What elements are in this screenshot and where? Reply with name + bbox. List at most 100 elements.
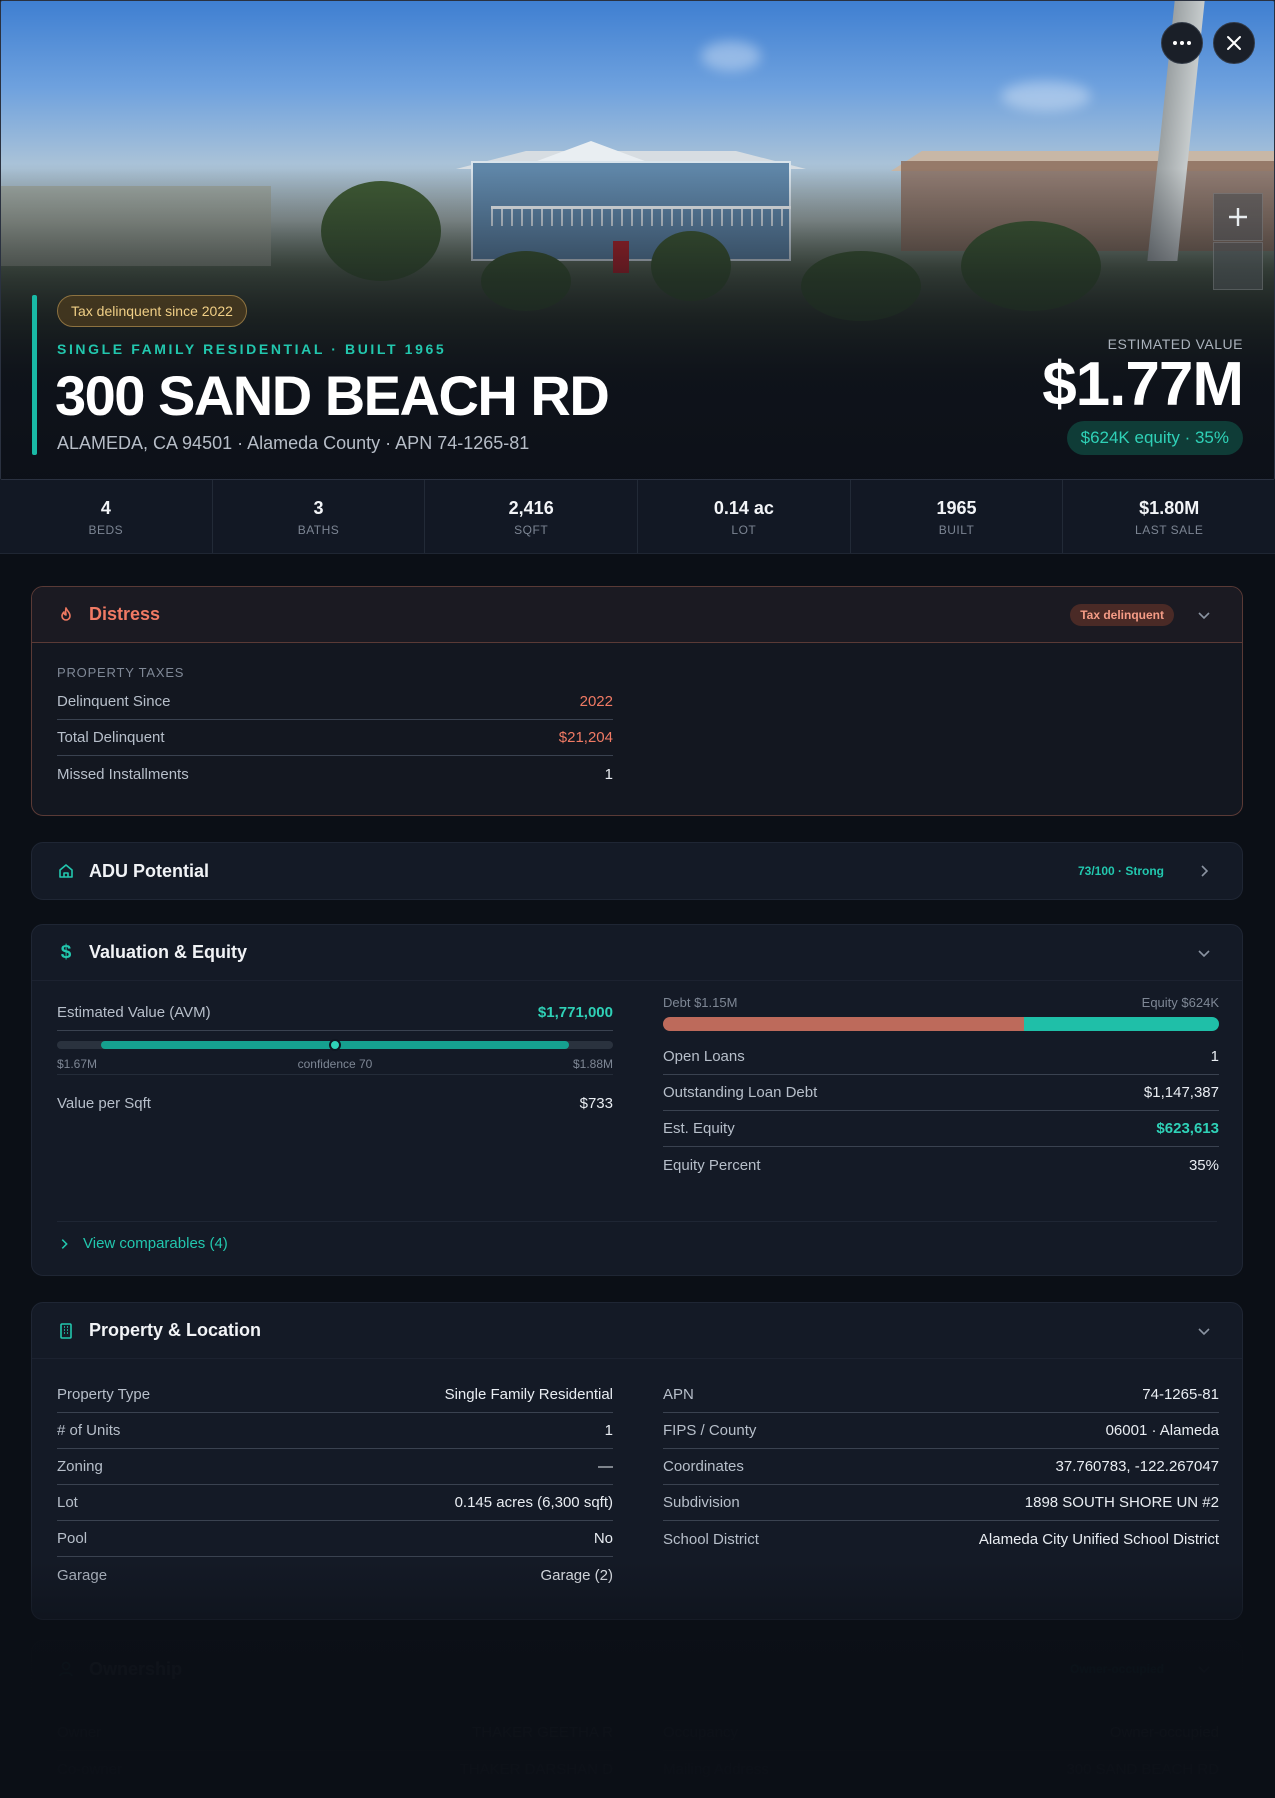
row-value: 1: [604, 765, 613, 783]
zoom-out-button[interactable]: [1213, 242, 1263, 290]
row-key: Est. Equity: [663, 1120, 735, 1137]
row-key: Outstanding Loan Debt: [663, 1084, 818, 1101]
stat-label: BEDS: [88, 523, 124, 537]
property-subline: ALAMEDA, CA 94501 · Alameda County · APN…: [57, 433, 530, 453]
per-sqft-row: Value per Sqft $733: [57, 1085, 613, 1121]
detail-row: Occupancy Owner-occupied: [663, 1715, 1219, 1751]
row-key: Open Loans: [663, 1048, 745, 1065]
detail-row: Coordinates 37.760783, -122.267047: [663, 1449, 1219, 1485]
detail-row: Open Loans 1: [663, 1039, 1219, 1075]
property-stats-bar: 4 BEDS 3 BATHS 2,416 SQFT 0.14 ac LOT 1965 BU…: [0, 480, 1275, 554]
chevron-down-icon[interactable]: [1196, 607, 1212, 623]
debt-label: Debt $1.15M: [663, 995, 738, 1010]
detail-row: Co-owner THAKER DARSHAN D: [57, 1751, 613, 1787]
property-left-column: Property Type Single Family Residential #…: [57, 1377, 613, 1593]
row-value: 1: [604, 1422, 613, 1439]
detail-row: Subdivision 1898 SOUTH SHORE UN #2: [663, 1485, 1219, 1521]
zoom-in-button[interactable]: [1213, 193, 1263, 241]
plus-icon: [1229, 208, 1247, 226]
row-value: $623,613: [1156, 1120, 1219, 1137]
row-value: $21,204: [558, 729, 613, 746]
detail-row: Owner THAKER GEETHA R: [57, 1715, 613, 1751]
adu-card[interactable]: ADU Potential 73/100 · Strong: [31, 842, 1243, 900]
valuation-header[interactable]: $ Valuation & Equity: [32, 925, 1242, 981]
distress-header[interactable]: Distress Tax delinquent: [32, 587, 1242, 643]
hero-street-view: Tax delinquent since 2022 SINGLE FAMILY …: [0, 0, 1275, 480]
avm-estimate-marker: [329, 1039, 341, 1051]
valuation-title: Valuation & Equity: [89, 942, 248, 962]
detail-row: Est. Equity $623,613: [663, 1111, 1219, 1147]
avm-range: $1.67M confidence 70 $1.88M: [57, 1031, 613, 1075]
distress-card: Distress Tax delinquent PROPERTY TAXES D…: [31, 586, 1243, 816]
detail-row: Property Type Single Family Residential: [57, 1377, 613, 1413]
tax-rows: Delinquent Since 2022 Total Delinquent $21…: [57, 684, 613, 792]
row-value: Alameda City Unified School District: [978, 1530, 1219, 1548]
row-value: —: [598, 1458, 613, 1475]
row-value: 06001 · Alameda: [1105, 1422, 1219, 1439]
stat-built: 1965 BUILT: [851, 480, 1064, 553]
debt-equity-section: Debt $1.15M Equity $624K Open Loans 1 Out…: [663, 995, 1219, 1183]
detail-row: Pool No: [57, 1521, 613, 1557]
chevron-down-icon[interactable]: [1196, 1323, 1212, 1339]
divider: [57, 1221, 1217, 1222]
row-key: Missed Installments: [57, 765, 189, 783]
row-value: 2022: [579, 693, 613, 710]
avm-section: Estimated Value (AVM) $1,771,000 $1.67M c…: [57, 995, 613, 1121]
ownership-left-column: Owner THAKER GEETHA R Co-owner THAKER DARS…: [57, 1715, 613, 1787]
detail-row: Garage Garage (2): [57, 1557, 613, 1593]
home-icon: [57, 862, 75, 880]
detail-row: Outstanding Loan Debt $1,147,387: [663, 1075, 1219, 1111]
stat-value: 3: [313, 498, 324, 518]
row-value: 37.760783, -122.267047: [1055, 1458, 1219, 1475]
chevron-right-icon: [61, 1238, 68, 1249]
row-key: Delinquent Since: [57, 693, 171, 710]
row-key: Value per Sqft: [57, 1094, 151, 1112]
row-value: Garage (2): [540, 1566, 613, 1584]
detail-row: Equity Percent 35%: [663, 1147, 1219, 1183]
debt-equity-labels: Debt $1.15M Equity $624K: [663, 995, 1219, 1015]
user-icon: [57, 1660, 75, 1678]
estimated-value: $1.77M: [1042, 350, 1244, 419]
close-button[interactable]: [1213, 22, 1255, 64]
row-key: Total Delinquent: [57, 729, 165, 746]
distress-badge: Tax delinquent: [1070, 604, 1174, 626]
row-value: No: [593, 1530, 613, 1547]
row-value: 35%: [1188, 1156, 1219, 1174]
view-comparables-link[interactable]: View comparables (4): [57, 1235, 228, 1252]
chevron-down-icon[interactable]: [1196, 1661, 1212, 1677]
row-key: School District: [663, 1530, 759, 1548]
detail-row: Lot 0.145 acres (6,300 sqft): [57, 1485, 613, 1521]
stat-value: $1.80M: [1139, 498, 1200, 518]
ownership-right-column: Occupancy Owner-occupied Mailing Address 3…: [663, 1715, 1219, 1787]
row-value: $1,147,387: [1143, 1084, 1219, 1101]
row-key: Mailing Address: [663, 1760, 769, 1778]
adu-header[interactable]: ADU Potential 73/100 · Strong: [32, 843, 1242, 899]
distress-title: Distress: [89, 604, 161, 624]
dollar-icon: $: [60, 941, 72, 963]
row-key: Property Type: [57, 1386, 151, 1403]
stat-value: 2,416: [508, 498, 554, 518]
row-value: 0.145 acres (6,300 sqft): [454, 1494, 613, 1511]
range-high: $1.88M: [572, 1057, 613, 1071]
row-value: $733: [579, 1094, 613, 1112]
section-label: PROPERTY TAXES: [57, 665, 185, 680]
property-header[interactable]: Property & Location: [32, 1303, 1242, 1359]
chevron-down-icon[interactable]: [1196, 945, 1212, 961]
row-value: THAKER GEETHA R: [472, 1724, 613, 1741]
ownership-title: Ownership: [89, 1658, 183, 1679]
row-key: APN: [663, 1386, 694, 1403]
row-key: # of Units: [57, 1422, 121, 1439]
adu-title: ADU Potential: [89, 860, 210, 881]
ownership-header[interactable]: Ownership Owner-occupied: [32, 1641, 1242, 1697]
property-location-card: Property & Location Property Type Single …: [31, 1302, 1243, 1620]
detail-row: # of Units 1: [57, 1413, 613, 1449]
row-value: 1: [1210, 1048, 1219, 1065]
row-key: Estimated Value (AVM): [57, 1004, 211, 1021]
chevron-right-icon[interactable]: [1196, 863, 1212, 879]
debt-equity-bar: [663, 1017, 1219, 1031]
detail-row: School District Alameda City Unified Scho…: [663, 1521, 1219, 1557]
row-value: Owner-occupied: [1109, 1724, 1219, 1741]
stat-last-sale: $1.80M LAST SALE: [1063, 480, 1275, 553]
stat-sqft: 2,416 SQFT: [425, 480, 639, 553]
more-options-button[interactable]: [1161, 22, 1203, 64]
